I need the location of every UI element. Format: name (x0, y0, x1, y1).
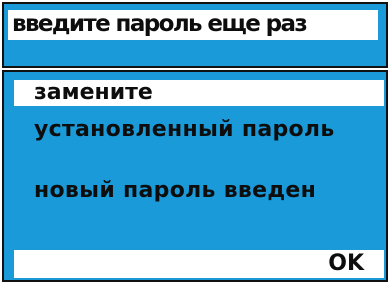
menu-option-replace-detail: установленный пароль (34, 117, 335, 142)
status-message: новый пароль введен (34, 178, 317, 203)
ok-button[interactable]: OK (328, 251, 364, 277)
screen-title: введите пароль еще раз (12, 11, 308, 37)
ok-softkey-bar[interactable]: OK (14, 250, 384, 278)
menu-option-replace[interactable]: замените (34, 81, 153, 105)
device-screen: введите пароль еще раз замените установл… (0, 0, 390, 282)
